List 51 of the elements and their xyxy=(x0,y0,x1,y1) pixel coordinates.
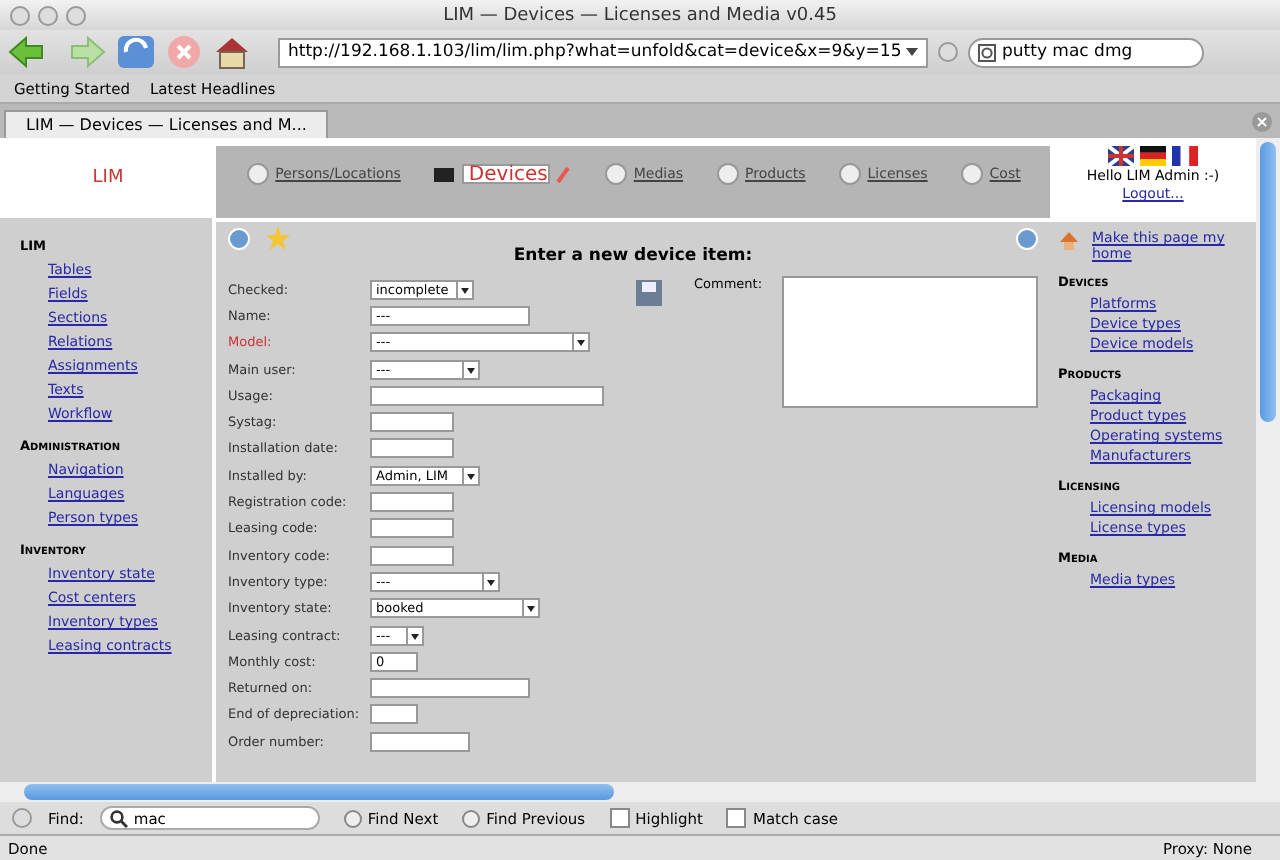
section-icon xyxy=(715,162,740,186)
dropdown-arrow-icon[interactable] xyxy=(462,467,478,484)
search-field[interactable]: putty mac dmg xyxy=(968,37,1204,67)
nav-tab[interactable]: Devices xyxy=(462,164,550,184)
section-icon xyxy=(959,162,984,186)
input-field[interactable] xyxy=(370,678,530,699)
section-icon xyxy=(432,162,457,186)
form-title: Enter a new device item: xyxy=(511,246,755,266)
input-field[interactable] xyxy=(370,731,470,752)
pen-icon xyxy=(555,164,572,184)
zoom-icon[interactable] xyxy=(66,5,86,25)
site-logo: LIM xyxy=(90,166,126,192)
search-engine-icon[interactable] xyxy=(978,43,996,61)
dropdown-arrow-icon[interactable] xyxy=(406,627,422,643)
circle-icon xyxy=(343,809,362,827)
input-field[interactable] xyxy=(370,385,604,406)
section-icon xyxy=(837,162,862,186)
close-icon[interactable] xyxy=(12,808,32,828)
comment-field[interactable] xyxy=(782,276,1038,408)
section-icon xyxy=(603,162,628,186)
address-field[interactable]: http://192.168.1.103/lim/lim.php?what=unfold&cat=device&x=9&y=15 xyxy=(278,37,928,67)
dropdown-arrow-icon[interactable] xyxy=(482,573,498,590)
input-field[interactable] xyxy=(370,545,454,566)
horizontal-scrollbar[interactable] xyxy=(0,782,1280,802)
input-field[interactable] xyxy=(370,492,454,513)
dropdown-arrow-icon[interactable] xyxy=(572,334,588,351)
input-field[interactable] xyxy=(370,518,454,539)
uk-flag-icon[interactable] xyxy=(1108,146,1134,166)
german-flag-icon[interactable] xyxy=(1140,146,1166,166)
dropdown-arrow-icon[interactable] xyxy=(522,600,538,617)
section-icon xyxy=(245,162,270,186)
close-tab-icon[interactable] xyxy=(1252,112,1272,132)
minimize-icon[interactable] xyxy=(38,5,58,25)
window-title: LIM — Devices — Licenses and Media v0.45 xyxy=(443,5,837,25)
dropdown-arrow-icon[interactable] xyxy=(906,48,918,56)
search-icon xyxy=(109,809,128,827)
browser-tab[interactable]: LIM — Devices — Licenses and M... xyxy=(4,110,329,138)
stop-icon[interactable] xyxy=(166,34,202,70)
input-field[interactable] xyxy=(370,412,454,433)
close-icon[interactable] xyxy=(10,5,30,25)
input-field[interactable] xyxy=(370,438,454,459)
french-flag-icon[interactable] xyxy=(1172,146,1198,166)
star-icon[interactable] xyxy=(266,226,290,250)
reload-icon[interactable] xyxy=(116,34,156,70)
input-field[interactable] xyxy=(370,704,418,725)
vertical-scrollbar[interactable] xyxy=(1256,138,1280,782)
house-icon xyxy=(1058,230,1080,252)
home-icon[interactable] xyxy=(212,34,252,70)
dropdown-arrow-icon[interactable] xyxy=(462,361,478,378)
dropdown-arrow-icon[interactable] xyxy=(456,281,472,298)
circle-icon xyxy=(462,809,481,827)
